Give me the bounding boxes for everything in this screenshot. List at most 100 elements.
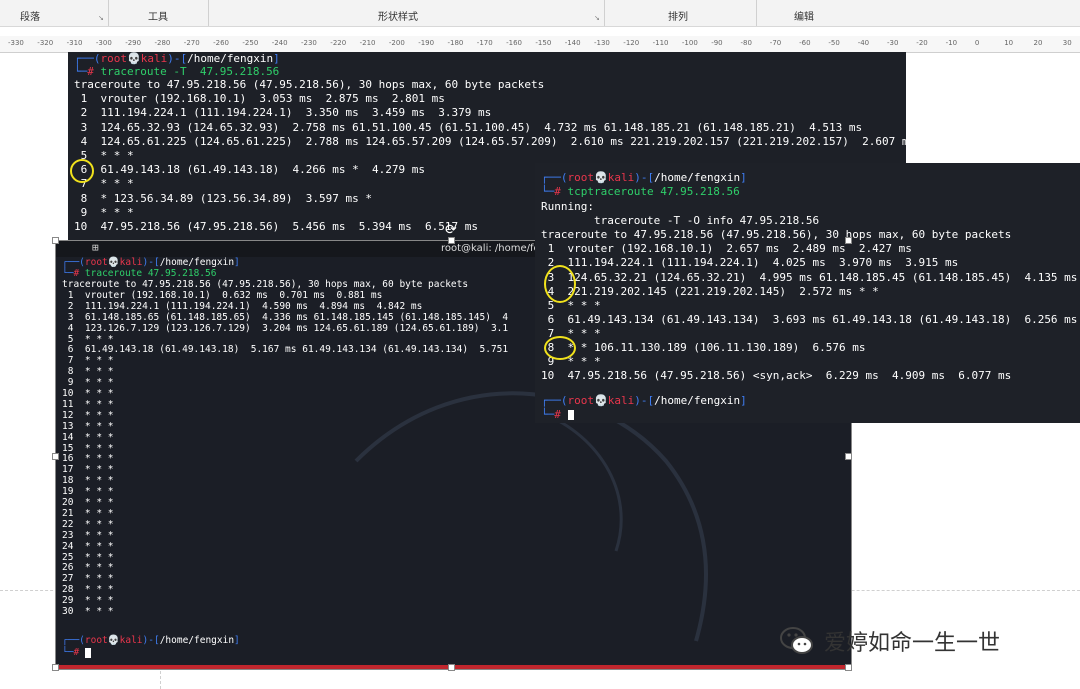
output-line: 24 * * * — [62, 540, 114, 552]
ruler-tick-label: -320 — [37, 39, 54, 47]
rotate-handle-icon[interactable]: ⟳ — [445, 222, 457, 238]
ruler-tick-label: -190 — [418, 39, 435, 47]
output-line: 10 47.95.218.56 (47.95.218.56) 5.456 ms … — [74, 220, 478, 233]
prompt-bracket: ] — [740, 394, 747, 407]
output-line: 4 124.65.61.225 (124.65.61.225) 2.788 ms… — [74, 134, 906, 148]
resize-handle[interactable] — [52, 453, 59, 460]
prompt-symbol: └─ — [62, 647, 74, 658]
ruler-tick-label: -60 — [799, 39, 811, 47]
ruler-tick-label: -80 — [740, 39, 752, 47]
output-line: 26 * * * — [62, 562, 114, 574]
resize-handle[interactable] — [845, 664, 852, 671]
ruler-tick-label: -150 — [535, 39, 552, 47]
watermark-text: 爱婷如命一生一世 — [824, 631, 1001, 656]
prompt-path: /home/fengxin — [159, 635, 235, 646]
ruler-tick-label: 0 — [974, 39, 980, 47]
output-line: 8 * 123.56.34.89 (123.56.34.89) 3.597 ms… — [74, 191, 373, 205]
ruler-tick-label: -240 — [271, 39, 288, 47]
cursor — [84, 647, 91, 658]
prompt-hash: # — [554, 408, 568, 421]
output-line: traceroute to 47.95.218.56 (47.95.218.56… — [62, 279, 469, 290]
ribbon-group-editing[interactable]: 编辑 — [794, 8, 814, 23]
output-line: 4 221.219.202.145 (221.219.202.145) 2.57… — [541, 284, 879, 298]
resize-handle[interactable] — [448, 237, 455, 244]
new-tab-icon[interactable]: ⊞ — [92, 241, 99, 254]
dialog-launcher-icon[interactable]: ↘ — [98, 14, 104, 22]
highlight-ring-hop-6 — [70, 159, 94, 183]
ruler-tick-label: -160 — [506, 39, 522, 47]
ruler-tick-label: -290 — [125, 39, 142, 47]
prompt-hash: # — [73, 268, 85, 279]
skull-icon: 💀 — [107, 257, 120, 268]
command-line: └─# traceroute -T 47.95.218.56 — [74, 65, 279, 78]
skull-icon: 💀 — [594, 394, 608, 407]
ruler-tick-label: -260 — [213, 39, 229, 47]
output-line: 1 vrouter (192.168.10.1) 3.053 ms 2.875 … — [74, 92, 445, 106]
output-line: traceroute to 47.95.218.56 (47.95.218.56… — [74, 78, 545, 91]
resize-handle[interactable] — [845, 237, 852, 244]
output-line: 14 * * * — [62, 431, 114, 443]
ruler-tick-label: -110 — [652, 39, 669, 47]
ruler-tick-label: -310 — [66, 39, 83, 47]
prompt-path: /home/fengxin — [159, 257, 235, 268]
ruler-tick-label: -130 — [594, 39, 610, 47]
output-line: traceroute -T -O info 47.95.218.56 — [541, 214, 820, 228]
command-text: traceroute -T 47.95.218.56 — [100, 65, 280, 78]
prompt-user: root — [100, 52, 128, 65]
prompt-bracket: ┌──( — [62, 257, 85, 268]
output-line: 27 * * * — [62, 573, 114, 585]
output-line: 10 * * * — [62, 388, 114, 399]
prompt-symbol: └─ — [541, 185, 555, 198]
ruler-tick-label: -170 — [476, 39, 493, 47]
ribbon-group-shape-styles[interactable]: 形状样式 — [378, 8, 418, 23]
output-line: 16 * * * — [62, 453, 114, 465]
prompt-bracket: ] — [234, 257, 240, 268]
highlight-ring-hop-8 — [544, 336, 576, 360]
output-line: 2 111.194.224.1 (111.194.224.1) 4.590 ms… — [62, 300, 423, 312]
cursor — [567, 410, 574, 420]
ruler-tick-label: -90 — [711, 39, 723, 47]
ribbon-group-tools[interactable]: 工具 — [148, 8, 168, 23]
ruler-tick-label: -70 — [769, 39, 782, 47]
skull-icon: 💀 — [127, 52, 141, 65]
output-line: 21 * * * — [62, 507, 114, 519]
prompt-line: ┌──(root💀kali)-[/home/fengxin] — [74, 52, 280, 65]
prompt-symbol: └─ — [541, 408, 555, 421]
resize-handle[interactable] — [845, 453, 852, 460]
resize-handle[interactable] — [448, 664, 455, 671]
command-line: └─# traceroute 47.95.218.56 — [62, 268, 216, 279]
horizontal-ruler[interactable]: -330 -320 -310 -300 -290 -280 -270 -260 -250 -240… — [0, 36, 1080, 53]
output-line: 9 * * * — [62, 377, 114, 389]
ruler-tick-label: -300 — [95, 39, 112, 47]
ruler-tick-label: -210 — [359, 39, 376, 47]
ruler-tick-label: -230 — [301, 39, 317, 47]
output-line: Running: — [541, 200, 594, 213]
output-line: 10 47.95.218.56 (47.95.218.56) <syn,ack>… — [541, 369, 1012, 383]
command-line: └─# — [62, 647, 91, 658]
output-line: 30 * * * — [62, 606, 114, 617]
terminal-tcptraceroute[interactable]: ┌──(root💀kali)-[/home/fengxin] └─# tcptra… — [535, 163, 1080, 423]
output-line: 2 111.194.224.1 (111.194.224.1) 3.350 ms… — [74, 106, 492, 120]
output-line: 9 * * * — [74, 205, 134, 219]
ruler-tick-label: 30 — [1062, 39, 1072, 47]
skull-icon: 💀 — [107, 635, 120, 646]
prompt-bracket: )-[ — [167, 52, 188, 65]
prompt-path: /home/fengxin — [654, 394, 741, 407]
prompt-bracket: ] — [234, 635, 240, 646]
ruler-tick-label: -140 — [564, 39, 581, 47]
ribbon-group-arrange[interactable]: 排列 — [668, 8, 688, 23]
dialog-launcher-icon[interactable]: ↘ — [594, 14, 600, 22]
command-text: traceroute 47.95.218.56 — [84, 268, 217, 279]
prompt-bracket: ┌──( — [62, 635, 85, 646]
output-line: 7 * * * — [62, 355, 114, 367]
ribbon-group-paragraph[interactable]: 段落 — [20, 8, 40, 23]
ruler-tick-label: -20 — [916, 39, 928, 47]
prompt-host: kali — [140, 52, 168, 65]
prompt-host: kali — [607, 171, 635, 184]
resize-handle[interactable] — [52, 664, 59, 671]
resize-handle[interactable] — [52, 237, 59, 244]
ruler-tick-label: -200 — [388, 39, 405, 47]
prompt-line: ┌──(root💀kali)-[/home/fengxin] — [62, 257, 240, 268]
output-line: 15 * * * — [62, 442, 114, 454]
command-text: tcptraceroute 47.95.218.56 — [567, 185, 740, 198]
